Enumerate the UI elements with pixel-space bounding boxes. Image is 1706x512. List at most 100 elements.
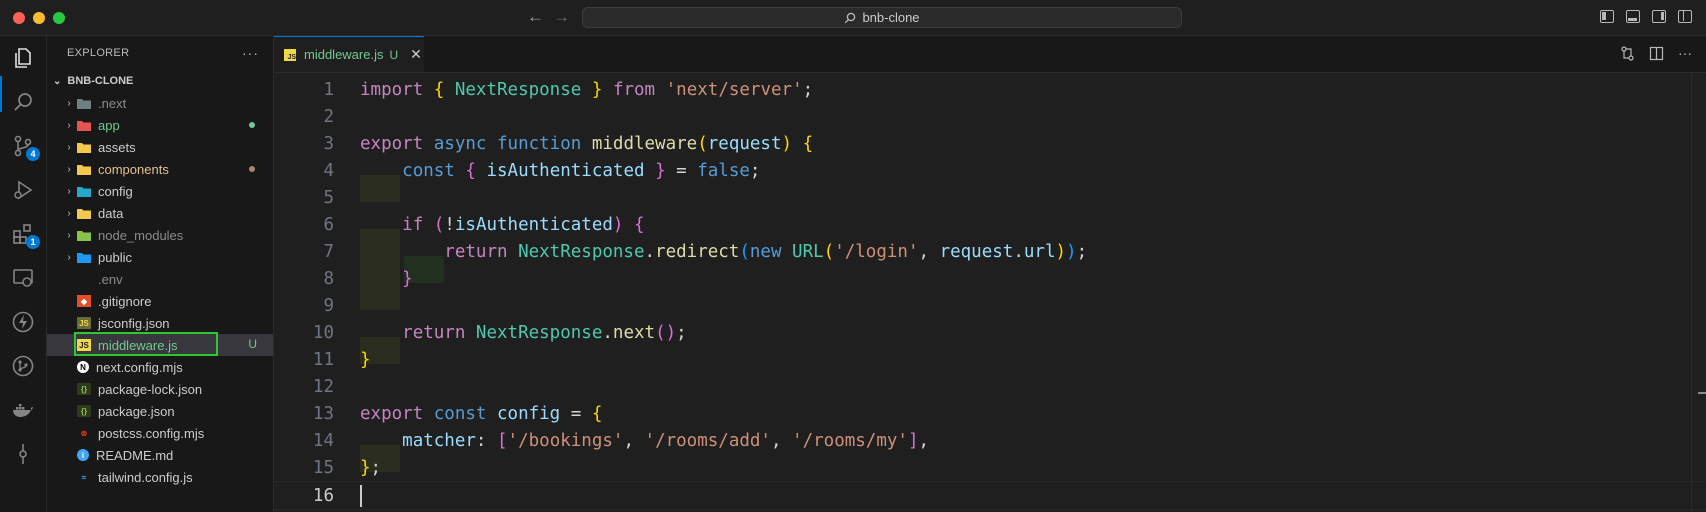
- folder-row[interactable]: › node_modules: [47, 224, 273, 246]
- explorer-icon[interactable]: [9, 44, 37, 72]
- next-file-icon: N: [77, 361, 89, 373]
- customize-layout-icon[interactable]: [1678, 10, 1692, 23]
- file-row[interactable]: Nnext.config.mjs: [47, 356, 273, 378]
- line-source: return NextResponse.redirect(new URL('/l…: [360, 242, 1087, 262]
- git-file-icon: ◆: [77, 295, 91, 307]
- extensions-icon[interactable]: 1: [9, 220, 40, 249]
- folder-row[interactable]: › config: [47, 180, 273, 202]
- code-token: .: [1013, 241, 1024, 262]
- line-source: const { isAuthenticated } = false;: [360, 161, 760, 181]
- file-label: tailwind.config.js: [98, 469, 193, 485]
- chevron-right-icon: ›: [67, 119, 71, 131]
- folder-row[interactable]: › data: [47, 202, 273, 224]
- command-center-search[interactable]: bnb-clone: [582, 7, 1182, 28]
- code-token: import: [360, 79, 424, 100]
- line-number: 13: [312, 403, 334, 424]
- explorer-title: EXPLORER: [67, 47, 130, 59]
- code-line: 5: [274, 184, 1706, 211]
- code-token: ): [781, 133, 793, 154]
- folder-row[interactable]: › .next: [47, 92, 273, 114]
- line-number: 3: [323, 133, 334, 154]
- file-row[interactable]: JS middleware.js U: [47, 334, 273, 356]
- line-number: 6: [323, 214, 334, 235]
- code-token: {: [465, 160, 476, 181]
- code-token: '/bookings': [507, 430, 624, 451]
- search-icon[interactable]: [9, 88, 37, 116]
- code-token: }: [591, 79, 603, 100]
- line-number: 16: [312, 485, 334, 506]
- git-graph-icon[interactable]: [9, 352, 37, 380]
- code-token: return: [444, 241, 508, 262]
- close-window-button[interactable]: [13, 12, 25, 24]
- run-debug-icon[interactable]: [9, 176, 37, 204]
- line-number: 14: [312, 430, 334, 451]
- code-token: }: [360, 349, 371, 370]
- maximize-window-button[interactable]: [53, 12, 65, 24]
- timeline-icon[interactable]: [9, 440, 37, 468]
- project-root[interactable]: ⌄ BNB-CLONE: [47, 70, 273, 92]
- remote-explorer-icon[interactable]: [9, 264, 37, 292]
- code-token: 'next/server': [665, 79, 803, 100]
- code-token: export: [360, 403, 424, 424]
- code-token: NextResponse: [454, 79, 582, 100]
- file-row[interactable]: ⊗ postcss.config.mjs: [47, 422, 273, 444]
- explorer-sidebar: EXPLORER ··· ⌄ BNB-CLONE › .next › app › asse…: [47, 36, 274, 512]
- line-number: 12: [312, 376, 334, 397]
- file-row[interactable]: {} package-lock.json: [47, 378, 273, 400]
- file-row[interactable]: ◆ .gitignore: [47, 290, 273, 312]
- code-line: 6 if (!isAuthenticated) {: [274, 211, 1706, 238]
- file-row[interactable]: {} package.json: [47, 400, 273, 422]
- file-row[interactable]: .env: [47, 268, 273, 290]
- folder-row[interactable]: › app: [47, 114, 273, 136]
- compare-changes-icon[interactable]: [1620, 46, 1635, 61]
- code-token: url: [1023, 241, 1056, 262]
- file-label: .gitignore: [98, 293, 152, 309]
- code-token: ;: [802, 79, 814, 100]
- chevron-right-icon: ›: [67, 97, 71, 109]
- thunder-client-icon[interactable]: [9, 308, 37, 336]
- split-editor-icon[interactable]: [1649, 46, 1664, 61]
- file-row[interactable]: JS jsconfig.json: [47, 312, 273, 334]
- docker-icon[interactable]: [9, 396, 37, 424]
- file-row[interactable]: i README.md: [47, 444, 273, 466]
- folder-row[interactable]: › public: [47, 246, 273, 268]
- line-source: }: [360, 350, 371, 370]
- minimize-window-button[interactable]: [33, 12, 45, 24]
- project-name: BNB-CLONE: [67, 75, 134, 87]
- code-token: {: [634, 214, 645, 235]
- back-arrow-icon[interactable]: ←: [527, 7, 544, 27]
- code-token: !: [444, 214, 455, 235]
- folder-label: config: [98, 183, 133, 199]
- code-token: request: [939, 241, 1014, 262]
- code-editor[interactable]: 1 import { NextResponse } from 'next/serv…: [274, 72, 1706, 512]
- tab-middleware[interactable]: JS middleware.js U ✕: [274, 36, 424, 72]
- file-row[interactable]: ≈ tailwind.config.js: [47, 466, 273, 488]
- toggle-primary-sidebar-icon[interactable]: [1600, 10, 1614, 23]
- folder-label: components: [98, 161, 169, 177]
- more-actions-icon[interactable]: ···: [242, 45, 259, 61]
- close-tab-icon[interactable]: ✕: [410, 46, 422, 63]
- code-token: function: [497, 133, 582, 154]
- folder-row[interactable]: › components: [47, 158, 273, 180]
- forward-arrow-icon[interactable]: →: [553, 7, 570, 27]
- code-token: .: [602, 322, 613, 343]
- scrollbar[interactable]: [1691, 72, 1706, 512]
- code-line: 2: [274, 103, 1706, 130]
- code-token: {: [802, 133, 814, 154]
- toggle-panel-icon[interactable]: [1626, 10, 1640, 23]
- source-control-icon[interactable]: 4: [9, 132, 40, 161]
- file-label: jsconfig.json: [98, 315, 170, 331]
- folder-row[interactable]: › assets: [47, 136, 273, 158]
- more-editor-actions-icon[interactable]: ···: [1678, 46, 1692, 61]
- toggle-secondary-sidebar-icon[interactable]: [1652, 10, 1666, 23]
- code-line: 11}: [274, 346, 1706, 373]
